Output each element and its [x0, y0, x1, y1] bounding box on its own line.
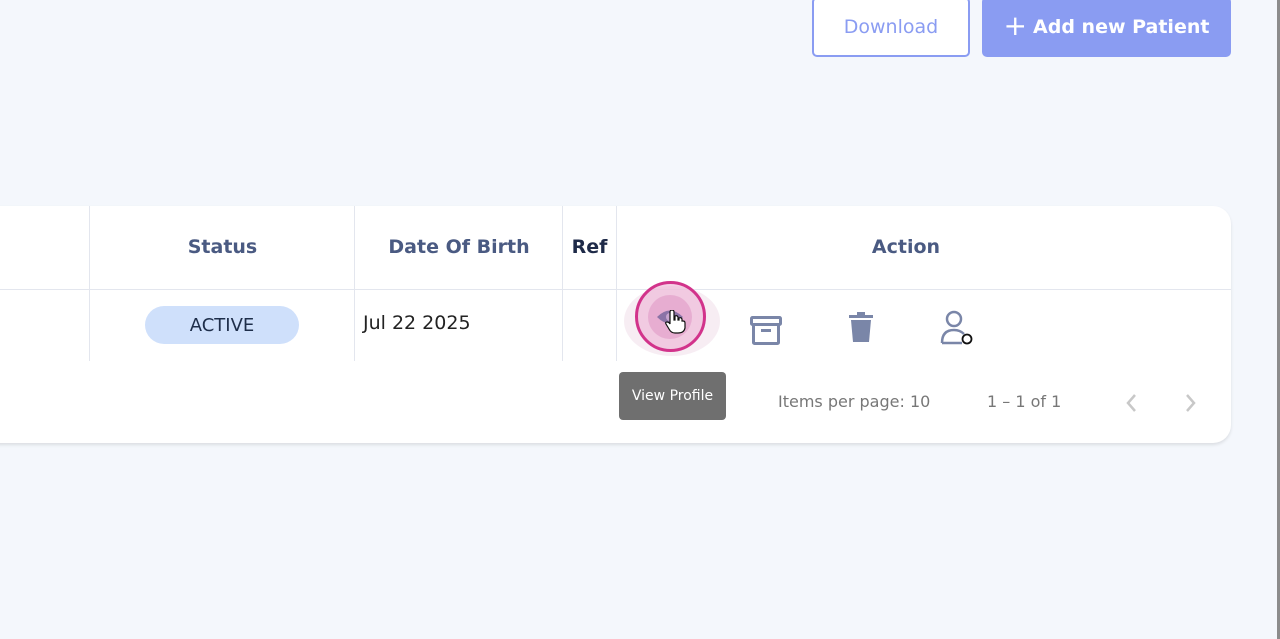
status-badge: ACTIVE: [145, 306, 299, 344]
items-per-page-label: Items per page: 10: [778, 392, 931, 411]
view-profile-tooltip: View Profile: [619, 372, 726, 420]
column-header-ref-label: Ref: [571, 236, 608, 258]
add-new-patient-button[interactable]: + Add new Patient: [982, 0, 1231, 57]
column-header-ref[interactable]: Ref: [563, 206, 616, 288]
trash-icon: [849, 312, 873, 342]
column-header-action: Action: [616, 206, 1196, 288]
column-header-status-label: Status: [187, 236, 258, 258]
download-button[interactable]: Download: [812, 0, 970, 57]
column-header-action-label: Action: [871, 236, 941, 258]
chevron-left-icon: [1120, 394, 1144, 420]
plus-icon: +: [1003, 9, 1028, 42]
tooltip-text: View Profile: [631, 388, 714, 404]
column-header-date-of-birth-label: Date Of Birth: [388, 236, 530, 258]
add-new-patient-label: Add new Patient: [1033, 16, 1210, 38]
previous-page-button[interactable]: [1120, 390, 1144, 416]
hand-cursor-icon: [664, 310, 686, 334]
download-label: Download: [843, 16, 939, 38]
view-profile-button[interactable]: [624, 281, 720, 356]
user-status-icon: [940, 310, 976, 346]
column-divider: [616, 206, 617, 361]
date-of-birth-cell: Jul 22 2025: [363, 312, 471, 334]
delete-button[interactable]: [846, 310, 876, 344]
column-header-date-of-birth[interactable]: Date Of Birth: [355, 206, 563, 288]
header-divider: [0, 289, 1231, 290]
next-page-button[interactable]: [1178, 390, 1202, 416]
column-divider: [562, 206, 563, 361]
page-range-label: 1 – 1 of 1: [987, 392, 1062, 411]
user-status-button[interactable]: [938, 308, 978, 348]
archive-button[interactable]: [748, 313, 784, 349]
chevron-right-icon: [1178, 394, 1202, 420]
column-divider: [89, 206, 90, 361]
column-divider: [354, 206, 355, 361]
patients-table-card: Status Date Of Birth Ref Action ACTIVE J…: [0, 206, 1231, 443]
column-header-status[interactable]: Status: [90, 206, 355, 288]
status-badge-text: ACTIVE: [189, 314, 255, 336]
archive-icon: [750, 316, 782, 346]
